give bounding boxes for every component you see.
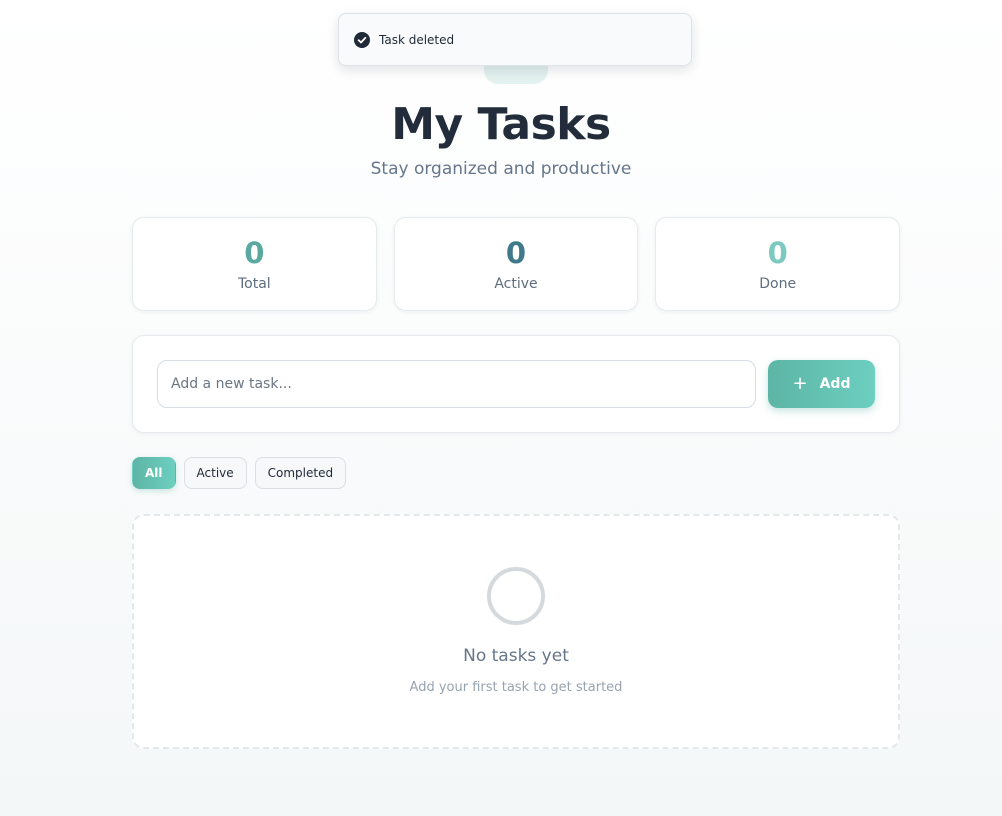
empty-state-title: No tasks yet bbox=[463, 646, 569, 666]
filter-completed-button[interactable]: Completed bbox=[254, 457, 347, 489]
page-header: My Tasks Stay organized and productive bbox=[0, 96, 1002, 180]
stat-card-active: 0 Active bbox=[393, 217, 639, 311]
stat-value-active: 0 bbox=[505, 236, 527, 270]
page-subtitle: Stay organized and productive bbox=[370, 159, 632, 179]
check-circle-icon bbox=[354, 31, 370, 48]
empty-state: No tasks yet Add your first task to get … bbox=[132, 514, 900, 749]
empty-state-subtitle: Add your first task to get started bbox=[409, 680, 623, 695]
add-task-card: + Add bbox=[132, 335, 900, 433]
stat-label-active: Active bbox=[494, 276, 538, 292]
stat-card-total: 0 Total bbox=[132, 217, 377, 311]
filter-all-button[interactable]: All bbox=[132, 457, 176, 489]
add-button-label: Add bbox=[819, 376, 851, 392]
stat-value-total: 0 bbox=[244, 236, 265, 270]
empty-circle-icon bbox=[486, 566, 546, 626]
page-title: My Tasks bbox=[391, 99, 611, 150]
stats-row: 0 Total 0 Active 0 Done bbox=[132, 217, 901, 311]
toast-notification: Task deleted bbox=[338, 13, 692, 66]
plus-icon: + bbox=[792, 373, 808, 394]
stat-card-done: 0 Done bbox=[655, 217, 901, 311]
stat-label-total: Total bbox=[237, 276, 271, 292]
filter-bar: All Active Completed bbox=[132, 457, 347, 489]
new-task-input[interactable] bbox=[157, 360, 756, 408]
add-task-button[interactable]: + Add bbox=[768, 360, 875, 408]
filter-active-button[interactable]: Active bbox=[183, 457, 247, 489]
toast-message: Task deleted bbox=[379, 32, 455, 47]
stat-label-done: Done bbox=[759, 276, 797, 292]
stat-value-done: 0 bbox=[767, 236, 788, 270]
